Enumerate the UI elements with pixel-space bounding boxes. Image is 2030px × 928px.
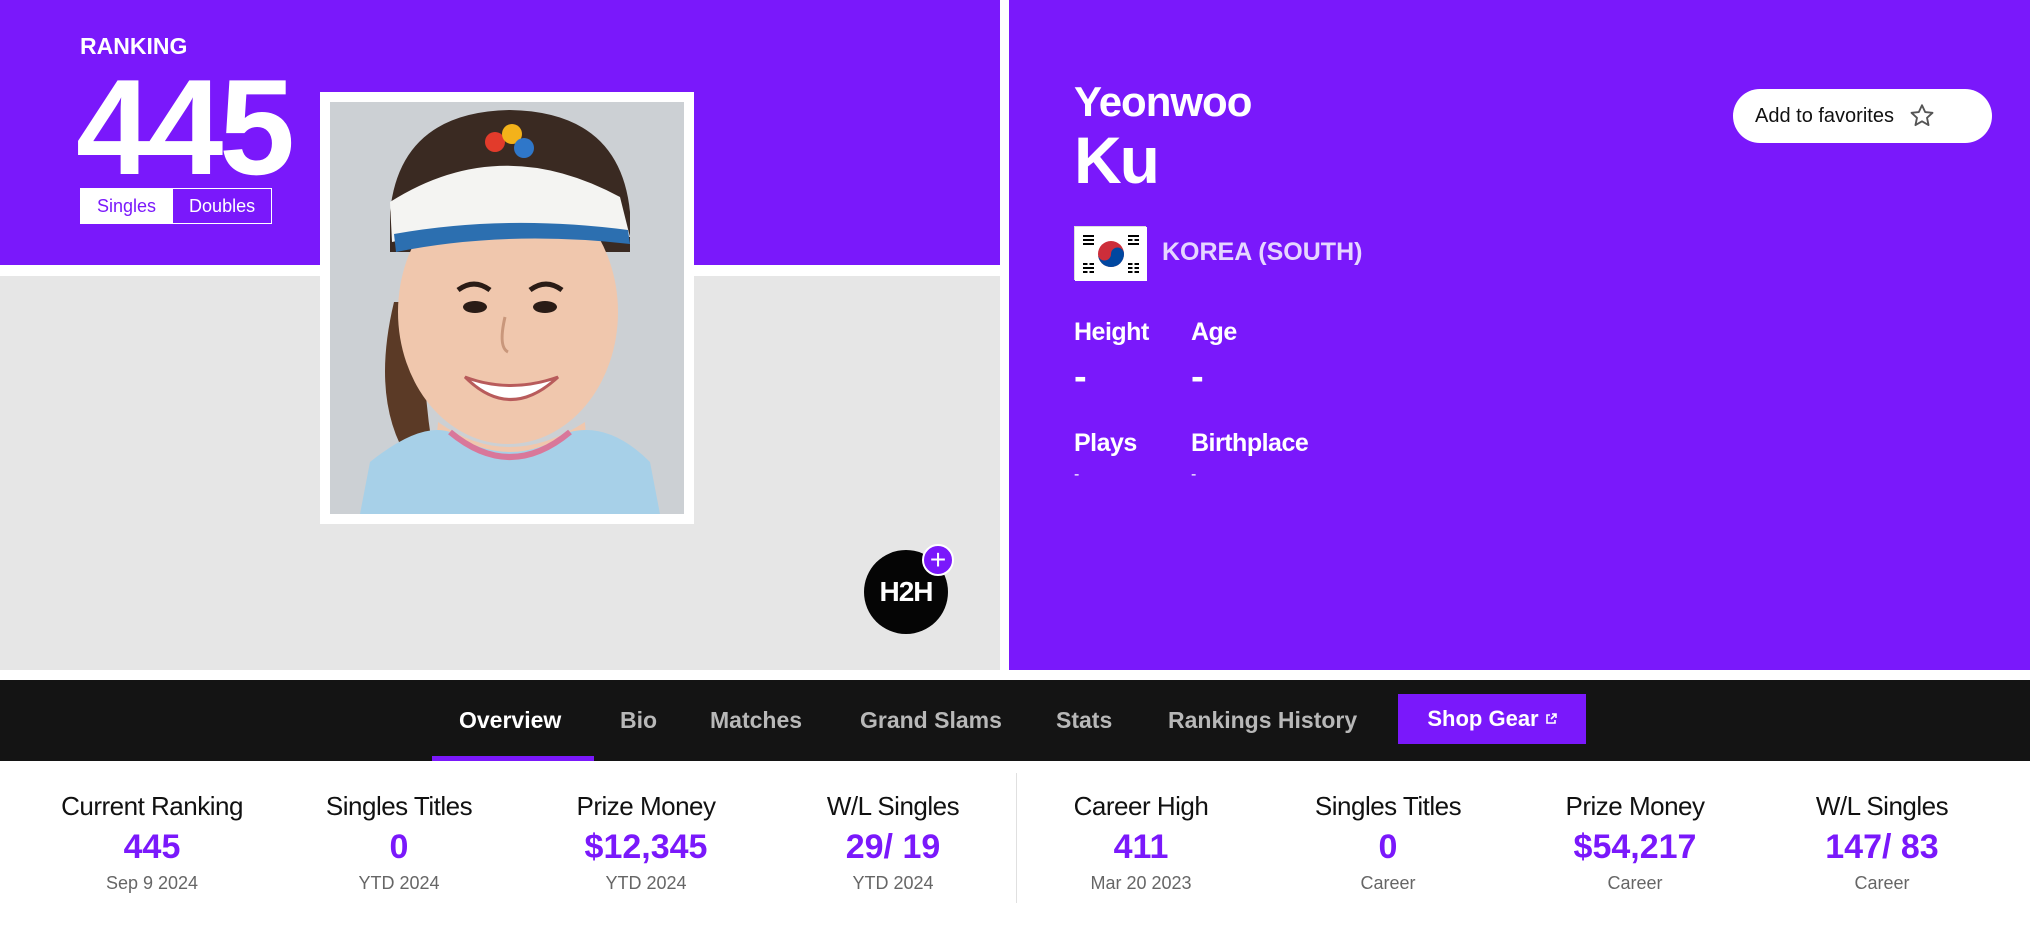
stat-career-high: Career High 411 Mar 20 2023 xyxy=(1021,791,1261,894)
stat-value: 0 xyxy=(389,828,409,866)
south-korea-flag-icon xyxy=(1074,226,1147,281)
stat-value: $12,345 xyxy=(584,828,708,866)
stat-subtext: Mar 20 2023 xyxy=(1090,873,1192,893)
stat-wl-singles-ytd: W/L Singles 29/ 19 YTD 2024 xyxy=(773,791,1013,894)
stats-summary: Current Ranking 445 Sep 9 2024 Singles T… xyxy=(0,761,2030,928)
ranking-value: 445 xyxy=(76,51,295,203)
tab-overview[interactable]: Overview xyxy=(459,680,561,761)
singles-doubles-toggle: Singles Doubles xyxy=(80,188,273,224)
stat-subtext: Career xyxy=(1607,873,1663,893)
stat-prize-money-ytd: Prize Money $12,345 YTD 2024 xyxy=(526,791,766,894)
stat-label: Prize Money xyxy=(576,791,717,821)
stat-label: Singles Titles xyxy=(1314,791,1462,821)
external-link-icon xyxy=(1545,713,1557,724)
birthplace-label: Birthplace xyxy=(1191,429,1309,457)
stat-current-ranking: Current Ranking 445 Sep 9 2024 xyxy=(32,791,272,894)
stat-subtext: Sep 9 2024 xyxy=(105,873,199,893)
stat-label: W/L Singles xyxy=(1815,791,1949,821)
stat-subtext: YTD 2024 xyxy=(605,873,687,893)
player-country: KOREA (SOUTH) xyxy=(1162,238,1363,266)
star-icon xyxy=(1910,104,1934,127)
height-label: Height xyxy=(1074,318,1149,346)
doubles-toggle-button[interactable]: Doubles xyxy=(172,189,272,223)
player-first-name: Yeonwoo xyxy=(1074,78,1252,125)
stat-value: 411 xyxy=(1113,828,1169,866)
shop-gear-button[interactable]: Shop Gear xyxy=(1398,694,1586,744)
add-to-favorites-label: Add to favorites xyxy=(1755,104,1894,127)
stat-subtext: YTD 2024 xyxy=(852,873,934,893)
stat-label: Career High xyxy=(1073,791,1209,821)
stat-label: Prize Money xyxy=(1565,791,1706,821)
singles-toggle-button[interactable]: Singles xyxy=(81,189,173,223)
height-value: - xyxy=(1074,356,1087,398)
player-portrait-illustration xyxy=(330,102,684,514)
tab-grand-slams[interactable]: Grand Slams xyxy=(860,680,1002,761)
player-photo xyxy=(330,102,684,514)
player-last-name: Ku xyxy=(1074,123,1160,197)
stat-value: 29/ 19 xyxy=(845,828,941,866)
stat-label: Singles Titles xyxy=(325,791,473,821)
tab-matches[interactable]: Matches xyxy=(710,680,802,761)
tab-rankings-history[interactable]: Rankings History xyxy=(1168,680,1357,761)
stat-wl-singles-career: W/L Singles 147/ 83 Career xyxy=(1762,791,2002,894)
stat-label: W/L Singles xyxy=(826,791,960,821)
plays-label: Plays xyxy=(1074,429,1137,457)
stat-value: $54,217 xyxy=(1573,828,1697,866)
stat-singles-titles-ytd: Singles Titles 0 YTD 2024 xyxy=(279,791,519,894)
age-label: Age xyxy=(1191,318,1237,346)
stat-singles-titles-career: Singles Titles 0 Career xyxy=(1268,791,1508,894)
plays-value: - xyxy=(1074,466,1080,483)
tab-stats[interactable]: Stats xyxy=(1056,680,1112,761)
stat-label: Current Ranking xyxy=(61,791,243,821)
stats-divider xyxy=(1016,773,1017,903)
age-value: - xyxy=(1191,356,1204,398)
stat-subtext: YTD 2024 xyxy=(358,873,440,893)
birthplace-value: - xyxy=(1191,466,1197,483)
player-photo-frame xyxy=(320,92,694,524)
stat-subtext: Career xyxy=(1854,873,1910,893)
stat-subtext: Career xyxy=(1360,873,1416,893)
stat-value: 445 xyxy=(123,828,181,866)
player-hero: RANKING 445 Singles Doubles H2H + Yeonwo… xyxy=(0,0,2030,680)
stat-value: 0 xyxy=(1378,828,1398,866)
h2h-add-icon[interactable]: + xyxy=(922,544,954,576)
profile-tab-bar: Overview Bio Matches Grand Slams Stats R… xyxy=(0,680,2030,761)
tab-bio[interactable]: Bio xyxy=(620,680,657,761)
add-to-favorites-button[interactable]: Add to favorites xyxy=(1733,89,1992,143)
stat-value: 147/ 83 xyxy=(1825,828,1939,866)
shop-gear-label: Shop Gear xyxy=(1427,706,1539,731)
stat-prize-money-career: Prize Money $54,217 Career xyxy=(1515,791,1755,894)
